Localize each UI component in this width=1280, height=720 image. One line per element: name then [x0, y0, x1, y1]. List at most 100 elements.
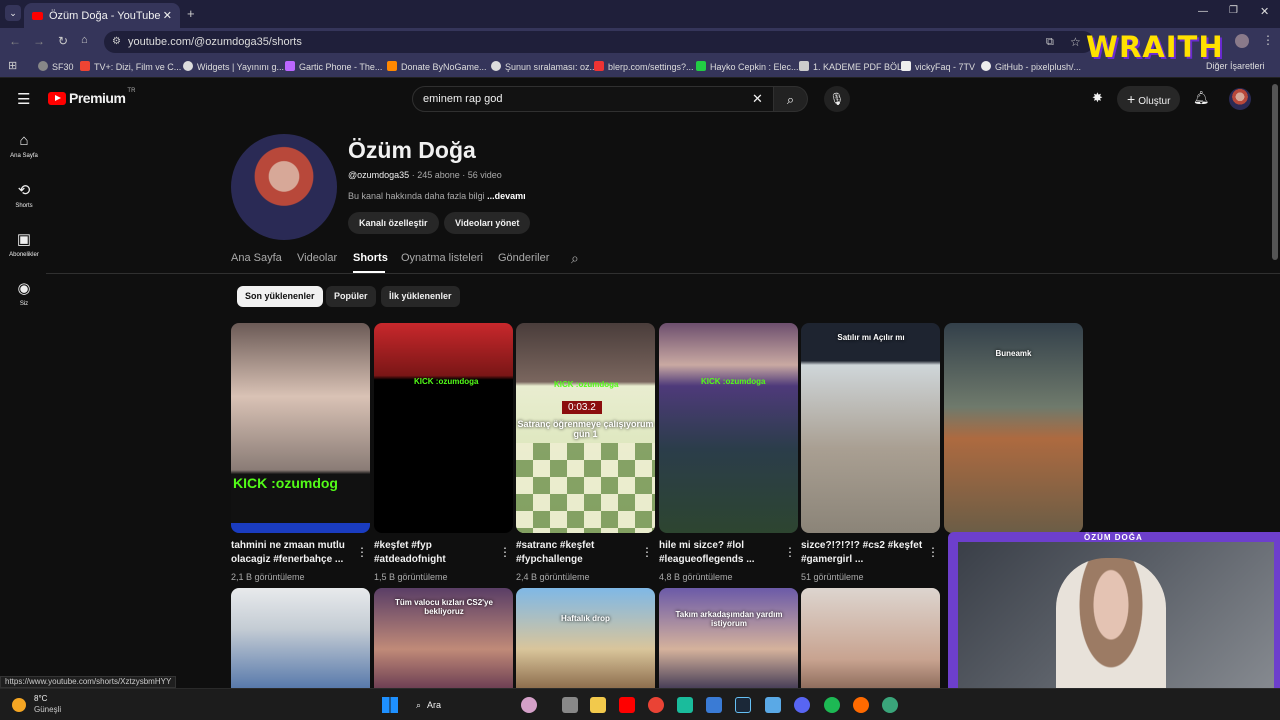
short-title[interactable]: #satranc #keşfet #fypchallenge — [516, 539, 641, 567]
bookmark-item[interactable]: TV+: Dizi, Film ve C... — [80, 61, 181, 72]
bookmark-item[interactable]: Şunun sıralaması: oz... — [491, 61, 597, 72]
chip-oldest[interactable]: İlk yüklenenler — [381, 286, 460, 307]
short-thumbnail[interactable]: Haftalık drop — [516, 588, 655, 690]
chip-popular[interactable]: Popüler — [326, 286, 376, 307]
hamburger-menu-icon[interactable]: ☰ — [17, 90, 30, 108]
apps-grid-icon[interactable]: ⊞ — [8, 59, 17, 72]
file-explorer-icon[interactable] — [590, 697, 606, 713]
search-button[interactable]: ⌕ — [774, 86, 808, 112]
youtube-logo[interactable]: Premium TR — [48, 88, 135, 106]
short-more-icon[interactable]: ⋮ — [927, 545, 939, 559]
start-windows-icon[interactable] — [382, 697, 398, 713]
short-more-icon[interactable]: ⋮ — [784, 545, 796, 559]
new-tab-button[interactable]: + — [187, 6, 195, 21]
bookmark-item[interactable]: vickyFaq - 7TV — [901, 61, 975, 72]
bookmark-star-icon[interactable]: ☆ — [1070, 31, 1081, 53]
browser-menu-icon[interactable]: ⋮ — [1262, 33, 1274, 47]
url-bar[interactable]: ⚙ youtube.com/@ozumdoga35/shorts ⧉ ☆ — [104, 31, 1094, 53]
page-scrollbar[interactable] — [1272, 84, 1278, 260]
discord-icon[interactable] — [794, 697, 810, 713]
bookmark-item[interactable]: Hayko Cepkin : Elec... — [696, 61, 799, 72]
short-thumbnail[interactable] — [231, 588, 370, 690]
tab-playlists[interactable]: Oynatma listeleri — [401, 252, 483, 264]
bookmark-item[interactable]: SF30 — [38, 61, 74, 72]
widgets-icon[interactable] — [521, 697, 537, 713]
task-view-icon[interactable] — [562, 697, 578, 713]
install-icon[interactable]: ⧉ — [1046, 31, 1054, 53]
close-tab-icon[interactable]: ✕ — [163, 9, 172, 22]
github-icon — [981, 61, 991, 71]
home-browser-icon[interactable]: ⌂ — [81, 34, 88, 46]
image-app-icon[interactable] — [765, 697, 781, 713]
minimize-button[interactable]: — — [1198, 6, 1208, 17]
short-thumbnail[interactable]: Satılır mı Açılır mı — [801, 323, 940, 533]
globe-app-icon[interactable] — [882, 697, 898, 713]
taskbar-search[interactable]: ⌕ Ara — [410, 695, 506, 715]
maximize-button[interactable]: ❐ — [1229, 5, 1238, 16]
tab-posts[interactable]: Gönderiler — [498, 252, 549, 264]
customize-channel-button[interactable]: Kanalı özelleştir — [348, 212, 439, 234]
clear-search-icon[interactable]: ✕ — [752, 87, 763, 111]
short-more-icon[interactable]: ⋮ — [356, 545, 368, 559]
search-input[interactable]: eminem rap god ✕ — [412, 86, 774, 112]
short-title[interactable]: hile mi sizce? #lol #leagueoflegends ... — [659, 539, 784, 567]
tab-videos[interactable]: Videolar — [297, 252, 337, 264]
profile-avatar-browser[interactable] — [1235, 34, 1249, 48]
browser-tab-active[interactable]: Özüm Doğa - YouTube ✕ — [24, 3, 180, 28]
short-title[interactable]: #keşfet #fyp #atdeadofnight — [374, 539, 499, 567]
chip-latest[interactable]: Son yüklenenler — [237, 286, 323, 307]
bookmark-item[interactable]: Gartic Phone - The... — [285, 61, 382, 72]
short-thumbnail[interactable]: KICK :ozumdoga 0:03.2 Satranç öğrenmeye … — [516, 323, 655, 533]
tab-shorts[interactable]: Shorts — [353, 252, 388, 264]
nav-shorts[interactable]: ⟲ Shorts — [4, 181, 44, 209]
short-thumbnail[interactable]: KICK :ozumdoga — [374, 323, 513, 533]
app-orange-icon[interactable] — [853, 697, 869, 713]
site-info-icon[interactable]: ⚙ — [112, 31, 121, 53]
bookmark-item[interactable]: 1. KADEME PDF BÖL... — [799, 61, 910, 72]
bookmark-item[interactable]: blerp.com/settings?... — [594, 61, 694, 72]
short-title[interactable]: sizce?!?!?!? #cs2 #keşfet #gamergirl ... — [801, 539, 926, 567]
channel-search-icon[interactable]: ⌕ — [571, 250, 579, 267]
tab-divider — [46, 273, 1280, 274]
short-overlay-text: Buneamk — [995, 349, 1032, 358]
create-button[interactable]: + Oluştur — [1117, 86, 1181, 112]
short-thumbnail[interactable] — [801, 588, 940, 690]
more-link[interactable]: ...devamı — [487, 191, 526, 201]
back-icon[interactable]: ← — [9, 34, 21, 48]
steam-icon[interactable] — [735, 697, 751, 713]
voice-search-icon[interactable]: 🎙 — [824, 86, 850, 112]
tab-home[interactable]: Ana Sayfa — [231, 252, 282, 264]
pen-app-icon[interactable] — [706, 697, 722, 713]
bookmark-item[interactable]: Widgets | Yayınını g... — [183, 61, 284, 72]
short-thumbnail[interactable]: KICK :ozumdog — [231, 323, 370, 533]
tab-list-button[interactable]: ⌄ — [5, 5, 21, 21]
nav-you[interactable]: ◉ Siz — [4, 279, 44, 307]
short-thumbnail[interactable]: Buneamk — [944, 323, 1083, 533]
short-more-icon[interactable]: ⋮ — [499, 545, 511, 559]
timer-badge: 0:03.2 — [562, 401, 602, 414]
nav-home[interactable]: ⌂ Ana Sayfa — [4, 132, 44, 159]
manage-videos-button[interactable]: Videoları yönet — [444, 212, 531, 234]
close-window-button[interactable]: ✕ — [1260, 5, 1269, 18]
app-green-icon[interactable] — [677, 697, 693, 713]
reload-icon[interactable]: ↻ — [58, 34, 68, 48]
channel-avatar[interactable] — [231, 134, 337, 240]
short-title[interactable]: tahmini ne zmaan mutlu olacagiz #fenerba… — [231, 539, 356, 567]
channel-description[interactable]: Bu kanal hakkında daha fazla bilgi ...de… — [348, 191, 526, 201]
short-thumbnail[interactable]: KICK :ozumdoga — [659, 323, 798, 533]
short-thumbnail[interactable]: Tüm valocu kızları CS2'ye bekliyoruz — [374, 588, 513, 690]
forward-icon[interactable]: → — [33, 34, 45, 48]
create-extension-icon[interactable]: ✸ — [1092, 90, 1103, 106]
bookmark-icon — [799, 61, 809, 71]
bookmark-item[interactable]: GitHub - pixelplush/... — [981, 61, 1081, 72]
chrome-icon[interactable] — [648, 697, 664, 713]
short-more-icon[interactable]: ⋮ — [641, 545, 653, 559]
bookmark-item[interactable]: Donate ByNoGame... — [387, 61, 487, 72]
kick-overlay: KICK :ozumdoga — [414, 377, 479, 386]
account-avatar[interactable] — [1229, 88, 1251, 110]
youtube-app-icon[interactable] — [619, 697, 635, 713]
nav-subscriptions[interactable]: ▣ Abonelikler — [4, 230, 44, 258]
notifications-bell-icon[interactable]: 🔔︎ — [1193, 90, 1210, 106]
spotify-icon[interactable] — [824, 697, 840, 713]
short-thumbnail[interactable]: Takım arkadaşımdan yardım istiyorum — [659, 588, 798, 690]
